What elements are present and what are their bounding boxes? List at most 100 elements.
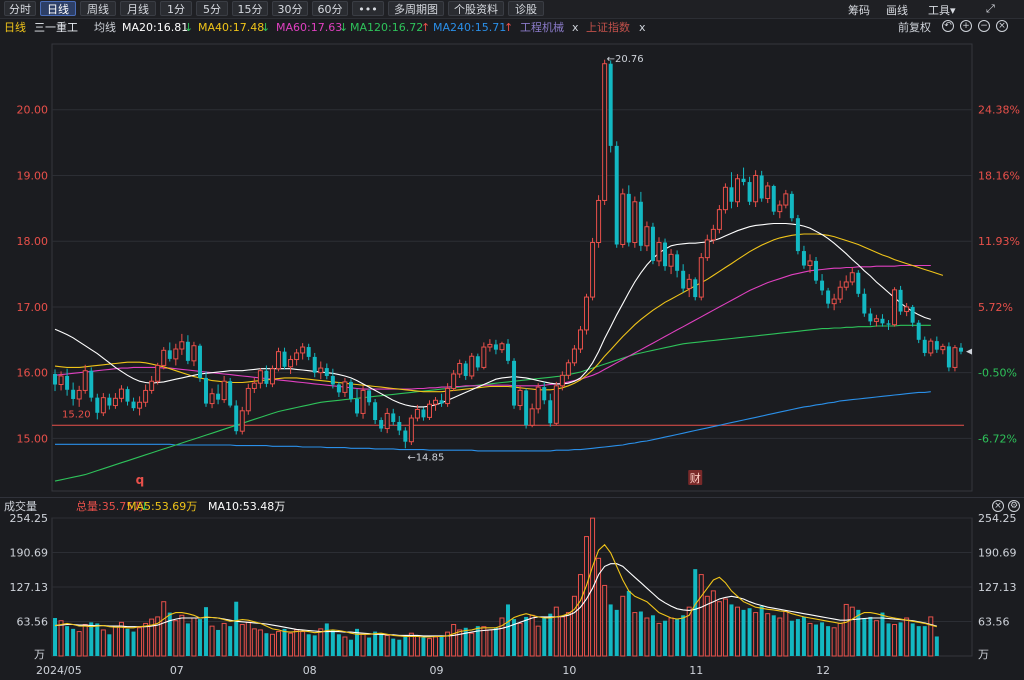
chips-button[interactable]: 筹码: [848, 2, 870, 18]
candle-body: [910, 306, 915, 323]
candle-body: [928, 340, 934, 354]
toolbar-button-duozhouqi[interactable]: 多周期图: [388, 1, 444, 16]
candle-body: [693, 279, 698, 298]
candle-body: [783, 193, 789, 206]
ma120-value: MA120:16.72: [350, 21, 424, 34]
tools-menu[interactable]: 工具▾: [928, 2, 956, 18]
volume-bar: [439, 635, 444, 656]
low-price-annotation: ←14.85: [407, 452, 444, 463]
volume-tick-label-right: 127.13: [978, 581, 1017, 594]
volume-tick-label-right: 254.25: [978, 514, 1017, 525]
ma60-down-icon: ↓: [339, 21, 349, 34]
volume-bar: [269, 633, 275, 657]
volume-bar: [173, 620, 179, 657]
toolbar-button-15fen[interactable]: 15分: [232, 1, 268, 16]
volume-bar: [892, 624, 898, 657]
toolbar-button-gegu[interactable]: 个股资料: [448, 1, 504, 16]
volume-bar: [137, 627, 143, 657]
candle-body: [173, 348, 179, 360]
volume-close-icon[interactable]: ×: [992, 500, 1004, 512]
volume-bar: [216, 629, 221, 656]
zoom-in-icon[interactable]: +: [960, 20, 972, 32]
volume-bar: [348, 639, 353, 656]
candle-body: [300, 346, 306, 354]
candle-body: [355, 398, 359, 414]
toolbar-button-60fen[interactable]: 60分: [312, 1, 348, 16]
candle-body: [481, 346, 487, 368]
price-tick-label: 15.00: [17, 432, 49, 445]
ma-label[interactable]: 均线: [94, 19, 116, 36]
ma120-up-icon: ↑: [421, 21, 431, 34]
ma40-value: MA40:17.48: [198, 21, 265, 34]
candle-body: [204, 377, 209, 404]
volume-bar: [831, 627, 837, 657]
volume-ma10: MA10:53.48万: [208, 500, 286, 513]
stock-name[interactable]: 三一重工: [34, 19, 78, 36]
candle-body: [58, 375, 64, 386]
event-marker-q: q: [136, 473, 145, 487]
toolbar-button-yuexian[interactable]: 月线: [120, 1, 156, 16]
volume-bar: [542, 618, 547, 656]
volume-bar: [922, 626, 927, 656]
volume-bar: [681, 615, 686, 656]
candle-body: [209, 393, 215, 405]
candlestick-chart[interactable]: 20.00 24.38% 19.00 18.16% 18.00 11.93% 17.00 5.…: [0, 36, 1024, 496]
volume-unit-label: 万: [34, 648, 45, 661]
toolbar-button-rixian[interactable]: 日线: [40, 1, 76, 16]
candle-body: [216, 393, 221, 400]
volume-bar: [668, 617, 674, 657]
toolbar-button-fenshi[interactable]: 分时: [4, 1, 36, 16]
volume-tick-label: 127.13: [10, 581, 49, 594]
toolbar-button-5fen[interactable]: 5分: [196, 1, 228, 16]
volume-bar: [324, 623, 329, 656]
volume-bar: [76, 631, 82, 657]
close-chart-icon[interactable]: ×: [996, 20, 1008, 32]
volume-bar: [143, 622, 149, 657]
volume-bar: [741, 609, 746, 656]
candle-body: [53, 373, 58, 385]
toolbar-button-zhenpan[interactable]: 诊股: [508, 1, 544, 16]
volume-bar: [239, 624, 245, 657]
sector-close-button[interactable]: x: [572, 19, 579, 36]
candle-body: [644, 226, 650, 247]
expand-icon[interactable]: ⤢: [986, 2, 995, 16]
candle-body: [360, 389, 366, 414]
toolbar-button-1fen[interactable]: 1分: [160, 1, 192, 16]
candle-body: [89, 370, 94, 398]
ma240-up-icon: ↑: [504, 21, 514, 34]
volume-chart[interactable]: 254.25 254.25 190.69 190.69 127.13 127.13 63.5…: [0, 514, 1024, 680]
candle-body: [282, 351, 287, 367]
toolbar-button-zhouxian[interactable]: 周线: [80, 1, 116, 16]
index-overlay[interactable]: 上证指数: [586, 19, 630, 36]
candle-body: [191, 345, 197, 362]
zoom-out-icon[interactable]: −: [978, 20, 990, 32]
volume-bar: [300, 631, 306, 657]
draw-line-button[interactable]: 画线: [886, 2, 908, 18]
candle-body: [814, 260, 819, 281]
candle-body: [76, 389, 82, 400]
candle-body: [251, 382, 257, 389]
candle-body: [125, 389, 130, 402]
volume-bar: [71, 628, 76, 656]
fuquan-selector[interactable]: 前复权: [898, 19, 931, 36]
candle-body: [82, 370, 88, 391]
candle-body: [795, 218, 800, 252]
date-axis-label: 12: [816, 664, 830, 677]
sector-overlay[interactable]: 工程机械: [520, 19, 564, 36]
toolbar-button-more[interactable]: •••: [352, 1, 384, 16]
candle-body: [239, 410, 245, 432]
volume-settings-icon[interactable]: ⚙: [1008, 500, 1020, 512]
candle-body: [234, 405, 239, 432]
volume-tick-label-right: 63.56: [978, 616, 1010, 629]
candle-body: [493, 344, 498, 350]
candle-body: [112, 397, 118, 407]
candle-body: [524, 390, 529, 426]
candle-body: [789, 193, 794, 219]
history-icon[interactable]: ↶: [942, 20, 954, 32]
indicator-info-bar: 日线 三一重工 均线 MA20:16.81 ↓ MA40:17.48 ↓ MA6…: [0, 19, 1024, 36]
volume-bar: [463, 627, 468, 656]
toolbar-button-30fen[interactable]: 30分: [272, 1, 308, 16]
volume-bar: [191, 617, 197, 657]
candle-body: [506, 343, 510, 361]
index-close-button[interactable]: x: [639, 19, 646, 36]
